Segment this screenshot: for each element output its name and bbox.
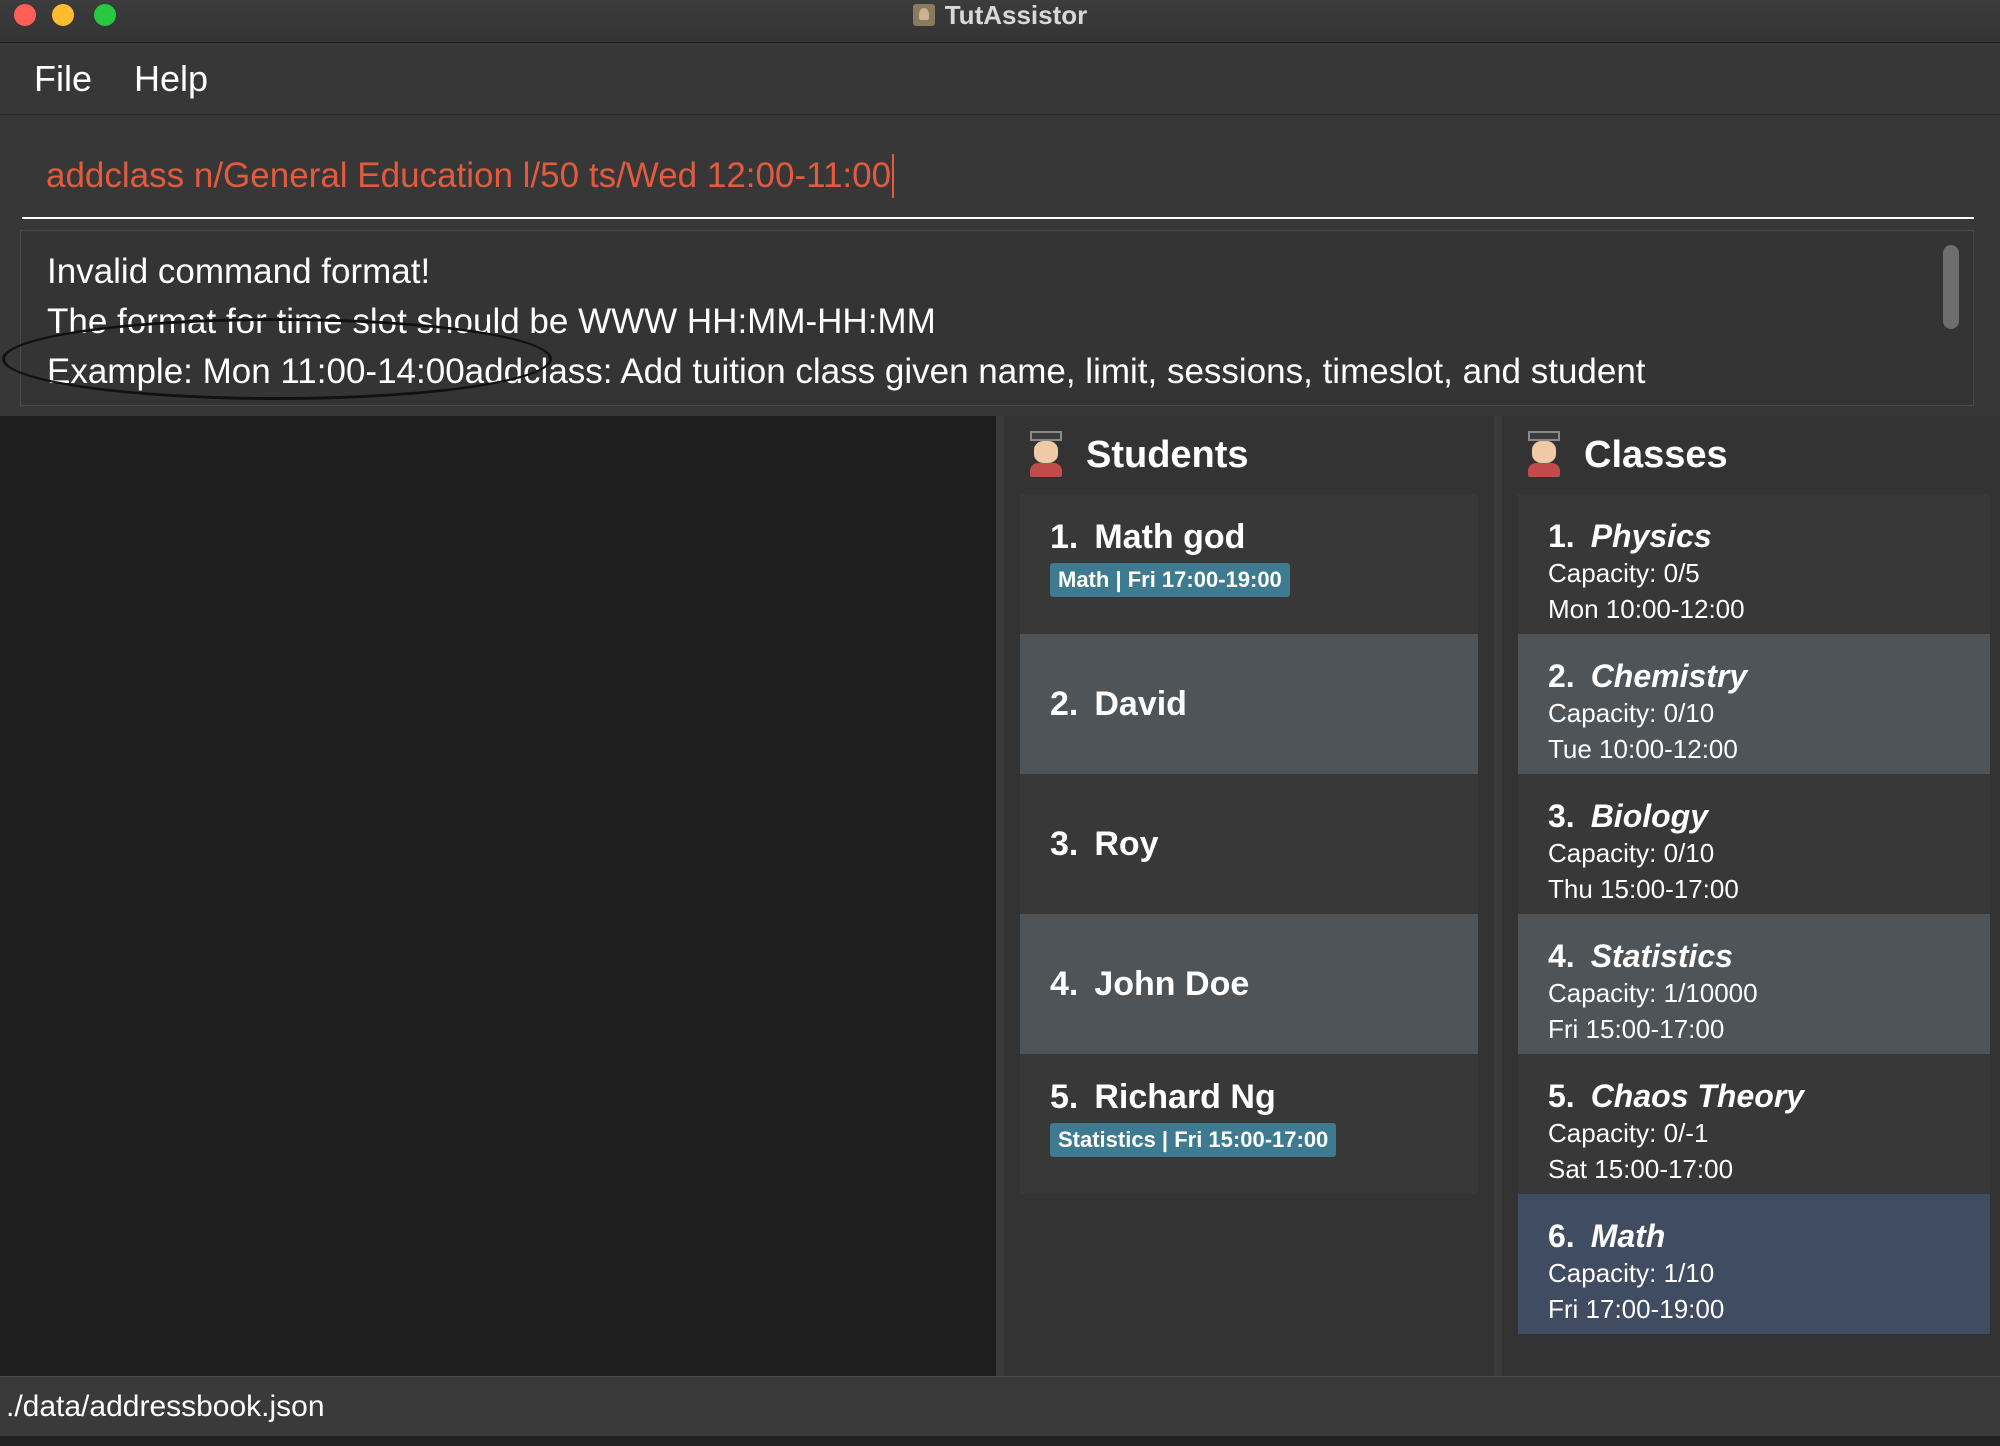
student-name-row: 4. John Doe [1050,965,1249,1004]
class-timeslot: Tue 10:00-12:00 [1548,734,1738,764]
students-panel: Students 1. Math god Math | Fri 17:00-19:… [1004,416,1494,1376]
student-card[interactable]: 1. Math god Math | Fri 17:00-19:00 [1020,494,1478,634]
class-card-selected[interactable]: 6. Math Capacity: 1/10 Fri 17:00-19:00 [1518,1194,1990,1334]
command-input[interactable]: addclass n/General Education l/50 ts/Wed… [22,135,1974,219]
class-card[interactable]: 4. Statistics Capacity: 1/10000 Fri 15:00… [1518,914,1990,1054]
class-card[interactable]: 3. Biology Capacity: 0/10 Thu 15:00-17:00 [1518,774,1990,914]
students-list: 1. Math god Math | Fri 17:00-19:00 2. Davi… [1020,494,1478,1194]
student-name: Math god [1094,518,1246,556]
result-line: Example: Mon 11:00-14:00addclass: Add tu… [47,352,1646,391]
student-index: 2. [1050,684,1079,723]
student-name: David [1094,684,1187,723]
class-index: 3. [1548,798,1575,834]
title-wrap: TutAssistor [0,0,2000,30]
student-card[interactable]: 4. John Doe [1020,914,1478,1054]
app-icon [912,4,935,26]
class-name: Physics [1590,518,1712,554]
class-index: 5. [1548,1078,1575,1114]
result-display[interactable]: Invalid command format! The format for t… [20,230,1974,406]
menu-help[interactable]: Help [134,58,208,100]
class-tag: Math | Fri 17:00-19:00 [1050,563,1290,597]
window-title: TutAssistor [944,0,1088,30]
class-index: 4. [1548,938,1575,974]
class-card[interactable]: 1. Physics Capacity: 0/5 Mon 10:00-12:00 [1518,494,1990,634]
student-name-row: 2. David [1050,685,1187,724]
class-timeslot: Fri 17:00-19:00 [1548,1294,1725,1324]
title-bar: TutAssistor [0,0,2000,43]
class-name-row: 3. Biology [1548,798,1960,835]
classes-panel: Classes 1. Physics Capacity: 0/5 Mon 10:0… [1502,416,2000,1376]
menu-file[interactable]: File [34,58,92,100]
class-capacity: Capacity: 0/10 [1548,838,1715,868]
class-index: 6. [1548,1218,1575,1254]
student-avatar-icon [1028,431,1064,479]
student-index: 1. [1050,518,1079,556]
student-index: 3. [1050,824,1079,863]
class-card[interactable]: 5. Chaos Theory Capacity: 0/-1 Sat 15:00-… [1518,1054,1990,1194]
class-name-row: 1. Physics [1548,518,1960,555]
panel-divider[interactable] [1494,416,1502,1376]
student-name: John Doe [1094,964,1250,1003]
students-header: Students [1004,416,1494,494]
window-bottom-edge [0,1436,2000,1446]
student-card[interactable]: 2. David [1020,634,1478,774]
class-name-row: 4. Statistics [1548,938,1960,975]
class-name-row: 2. Chemistry [1548,658,1960,695]
class-capacity: Capacity: 0/-1 [1548,1118,1709,1148]
class-capacity: Capacity: 0/5 [1548,558,1700,588]
student-index: 4. [1050,964,1079,1003]
result-line: The format for time slot should be WWW H… [47,302,936,341]
student-card[interactable]: 5. Richard Ng Statistics | Fri 15:00-17:0… [1020,1054,1478,1194]
command-text: addclass n/General Education l/50 ts/Wed… [46,156,892,195]
class-index: 1. [1548,518,1575,554]
result-area: Invalid command format! The format for t… [0,228,2000,416]
empty-left-panel [0,416,996,1376]
class-index: 2. [1548,658,1575,694]
class-timeslot: Mon 10:00-12:00 [1548,594,1745,624]
student-index: 5. [1050,1078,1079,1116]
class-name: Chaos Theory [1590,1078,1805,1114]
class-name-row: 6. Math [1548,1218,1960,1255]
class-name: Math [1590,1218,1666,1254]
class-timeslot: Thu 15:00-17:00 [1548,874,1739,904]
panel-divider[interactable] [996,416,1004,1376]
class-capacity: Capacity: 1/10 [1548,1258,1715,1288]
class-tag: Statistics | Fri 15:00-17:00 [1050,1123,1337,1157]
classes-title: Classes [1584,433,1728,476]
students-title: Students [1086,433,1249,476]
class-timeslot: Sat 15:00-17:00 [1548,1154,1734,1184]
class-name: Chemistry [1590,658,1748,694]
student-name: Roy [1094,824,1159,863]
student-name: Richard Ng [1094,1078,1276,1116]
student-avatar-icon [1526,431,1562,479]
class-timeslot: Fri 15:00-17:00 [1548,1014,1725,1044]
class-capacity: Capacity: 0/10 [1548,698,1715,728]
classes-list: 1. Physics Capacity: 0/5 Mon 10:00-12:00 … [1518,494,1990,1334]
class-card[interactable]: 2. Chemistry Capacity: 0/10 Tue 10:00-12:… [1518,634,1990,774]
app-window: TutAssistor File Help addclass n/General… [0,0,2000,1446]
status-bar: ./data/addressbook.json [0,1376,2000,1436]
class-name: Biology [1590,798,1709,834]
student-name-row: 3. Roy [1050,825,1159,864]
result-scrollbar[interactable] [1943,245,1959,329]
classes-header: Classes [1502,416,2000,494]
class-name-row: 5. Chaos Theory [1548,1078,1960,1115]
student-card[interactable]: 3. Roy [1020,774,1478,914]
command-area: addclass n/General Education l/50 ts/Wed… [0,115,2000,228]
class-name: Statistics [1590,938,1733,974]
menu-bar: File Help [0,43,2000,115]
result-line: Invalid command format! [47,252,431,291]
student-name-row: 1. Math god [1050,518,1448,557]
text-caret [892,154,895,198]
save-file-path: ./data/addressbook.json [6,1389,325,1423]
student-name-row: 5. Richard Ng [1050,1078,1448,1117]
class-capacity: Capacity: 1/10000 [1548,978,1758,1008]
